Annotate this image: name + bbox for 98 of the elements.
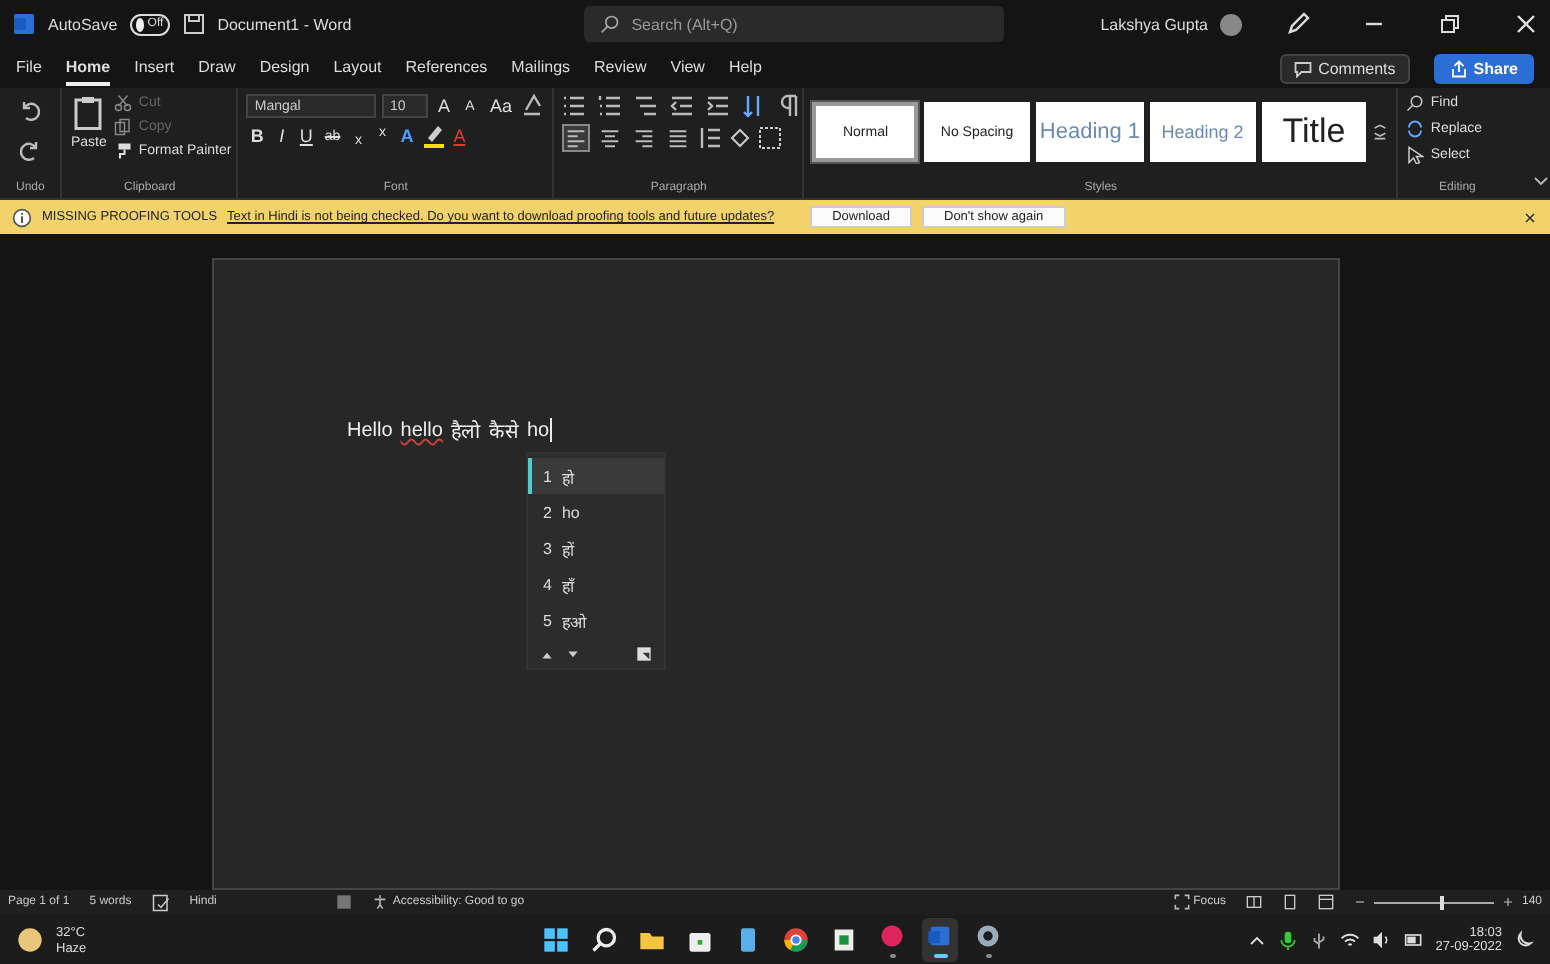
style-option[interactable]: Heading 1 bbox=[1035, 102, 1144, 162]
document-word: Hello bbox=[347, 419, 393, 441]
decrease-indent-icon[interactable] bbox=[670, 94, 695, 118]
multilevel-icon[interactable] bbox=[634, 94, 659, 118]
borders-icon[interactable] bbox=[758, 126, 783, 150]
text-predictions-icon[interactable] bbox=[336, 894, 353, 910]
increase-indent-icon[interactable] bbox=[706, 94, 731, 118]
start-icon bbox=[542, 926, 571, 954]
zoom-in-icon[interactable] bbox=[1501, 896, 1514, 908]
weather-icon[interactable] bbox=[16, 926, 44, 954]
web-layout-icon[interactable] bbox=[1317, 894, 1334, 910]
redo-icon[interactable] bbox=[18, 138, 43, 162]
cursor-icon bbox=[1406, 146, 1425, 164]
align-left-button[interactable] bbox=[562, 124, 591, 152]
suggestion-item[interactable]: 3 हों bbox=[527, 530, 663, 566]
replace-icon bbox=[1406, 120, 1425, 138]
circle-icon bbox=[878, 922, 907, 950]
style-option[interactable]: Heading 2 bbox=[1149, 102, 1256, 162]
document-word: hello bbox=[400, 419, 443, 441]
menu-tab[interactable]: References bbox=[405, 51, 488, 85]
proofing-icon[interactable] bbox=[151, 893, 170, 911]
zoom-slider-thumb[interactable] bbox=[1439, 895, 1444, 909]
undo-icon[interactable] bbox=[18, 98, 43, 122]
underline-button[interactable]: U bbox=[295, 126, 317, 146]
avatar[interactable] bbox=[1220, 13, 1242, 35]
document-word: ho bbox=[526, 419, 550, 441]
zoom-out-icon[interactable] bbox=[1353, 896, 1366, 908]
suggestion-item[interactable]: 1 हो bbox=[527, 458, 663, 494]
share-button[interactable]: Share bbox=[1433, 53, 1534, 83]
search-icon bbox=[1406, 94, 1425, 112]
numbering-icon[interactable] bbox=[598, 94, 623, 118]
pilcrow-icon[interactable] bbox=[778, 94, 803, 118]
comment-icon bbox=[1294, 59, 1313, 77]
menu-tab[interactable]: View bbox=[670, 51, 705, 85]
save-icon[interactable] bbox=[181, 12, 206, 36]
user-name: Lakshya Gupta bbox=[1100, 15, 1208, 33]
microphone-icon[interactable] bbox=[1277, 930, 1298, 950]
read-mode-icon[interactable] bbox=[1245, 894, 1262, 910]
menu-tab[interactable]: Help bbox=[728, 51, 762, 85]
sheet-icon bbox=[830, 926, 859, 954]
accessibility-icon bbox=[372, 894, 389, 910]
clipboard-icon bbox=[70, 94, 107, 130]
previous-icon[interactable] bbox=[539, 647, 553, 661]
info-icon bbox=[12, 207, 32, 227]
scissors-icon bbox=[114, 94, 133, 112]
focus-icon bbox=[1173, 894, 1190, 910]
taskbar-app[interactable] bbox=[922, 918, 959, 962]
search-icon bbox=[590, 926, 619, 954]
close-icon[interactable] bbox=[1522, 209, 1538, 225]
document-word: कैसे bbox=[488, 418, 519, 444]
menu-tab[interactable]: Layout bbox=[333, 51, 382, 85]
color-button[interactable]: A bbox=[449, 126, 470, 146]
document-title: Document1 - Word bbox=[217, 15, 352, 33]
bullets-icon[interactable] bbox=[562, 94, 587, 118]
autosave-label: AutoSave bbox=[48, 15, 118, 33]
menu-tab[interactable]: File bbox=[16, 51, 42, 85]
shading-icon[interactable] bbox=[728, 126, 753, 150]
suggestion-item[interactable]: 2 ho bbox=[527, 494, 663, 530]
word-icon bbox=[926, 922, 955, 950]
volume-icon[interactable] bbox=[1371, 930, 1392, 950]
grow-font-button[interactable]: A bbox=[434, 96, 455, 116]
menu-tab[interactable]: Review bbox=[594, 51, 647, 85]
pen-icon[interactable] bbox=[1286, 12, 1310, 36]
gear-icon bbox=[974, 922, 1003, 950]
restore-icon[interactable] bbox=[1438, 12, 1462, 36]
notification-icon[interactable] bbox=[1514, 930, 1534, 950]
chevron-up-icon[interactable] bbox=[1247, 931, 1266, 949]
copy-icon bbox=[114, 118, 133, 136]
collapse-ribbon-icon[interactable] bbox=[1532, 172, 1550, 190]
usb-icon[interactable] bbox=[1309, 931, 1328, 949]
bold-button[interactable]: B bbox=[246, 126, 268, 146]
print-layout-icon[interactable] bbox=[1281, 894, 1298, 910]
menu-tab[interactable]: Mailings bbox=[511, 51, 571, 85]
suggestion-item[interactable]: 4 हाँ bbox=[527, 566, 663, 602]
search-icon bbox=[599, 14, 620, 34]
expand-icon[interactable] bbox=[635, 646, 651, 662]
text-cursor bbox=[549, 418, 552, 442]
menu-tab[interactable]: Draw bbox=[198, 51, 236, 85]
comments-button[interactable]: Comments bbox=[1280, 53, 1410, 83]
case-font-button[interactable]: Aa bbox=[486, 96, 515, 116]
highlighter-icon[interactable] bbox=[421, 124, 446, 148]
menu-tab[interactable]: Design bbox=[259, 51, 310, 85]
word-icon[interactable] bbox=[12, 12, 36, 36]
document-word: हैलो bbox=[450, 418, 481, 444]
next-icon[interactable] bbox=[565, 647, 579, 661]
style-option[interactable]: Title bbox=[1261, 102, 1367, 162]
wifi-icon[interactable] bbox=[1339, 930, 1360, 950]
line-spacing-icon[interactable] bbox=[698, 126, 723, 150]
clear-format-icon[interactable] bbox=[520, 94, 545, 118]
brush-icon bbox=[114, 142, 133, 160]
menu-tab[interactable]: Insert bbox=[134, 51, 175, 85]
search-field[interactable]: Search (Alt+Q) bbox=[583, 6, 1004, 42]
battery-icon[interactable] bbox=[1403, 930, 1424, 950]
browser-icon bbox=[782, 926, 811, 954]
share-icon bbox=[1449, 59, 1468, 77]
effects-button[interactable]: A bbox=[396, 126, 418, 146]
suggestion-item[interactable]: 5 हओ bbox=[527, 602, 663, 638]
italic-button[interactable]: I bbox=[271, 126, 292, 146]
